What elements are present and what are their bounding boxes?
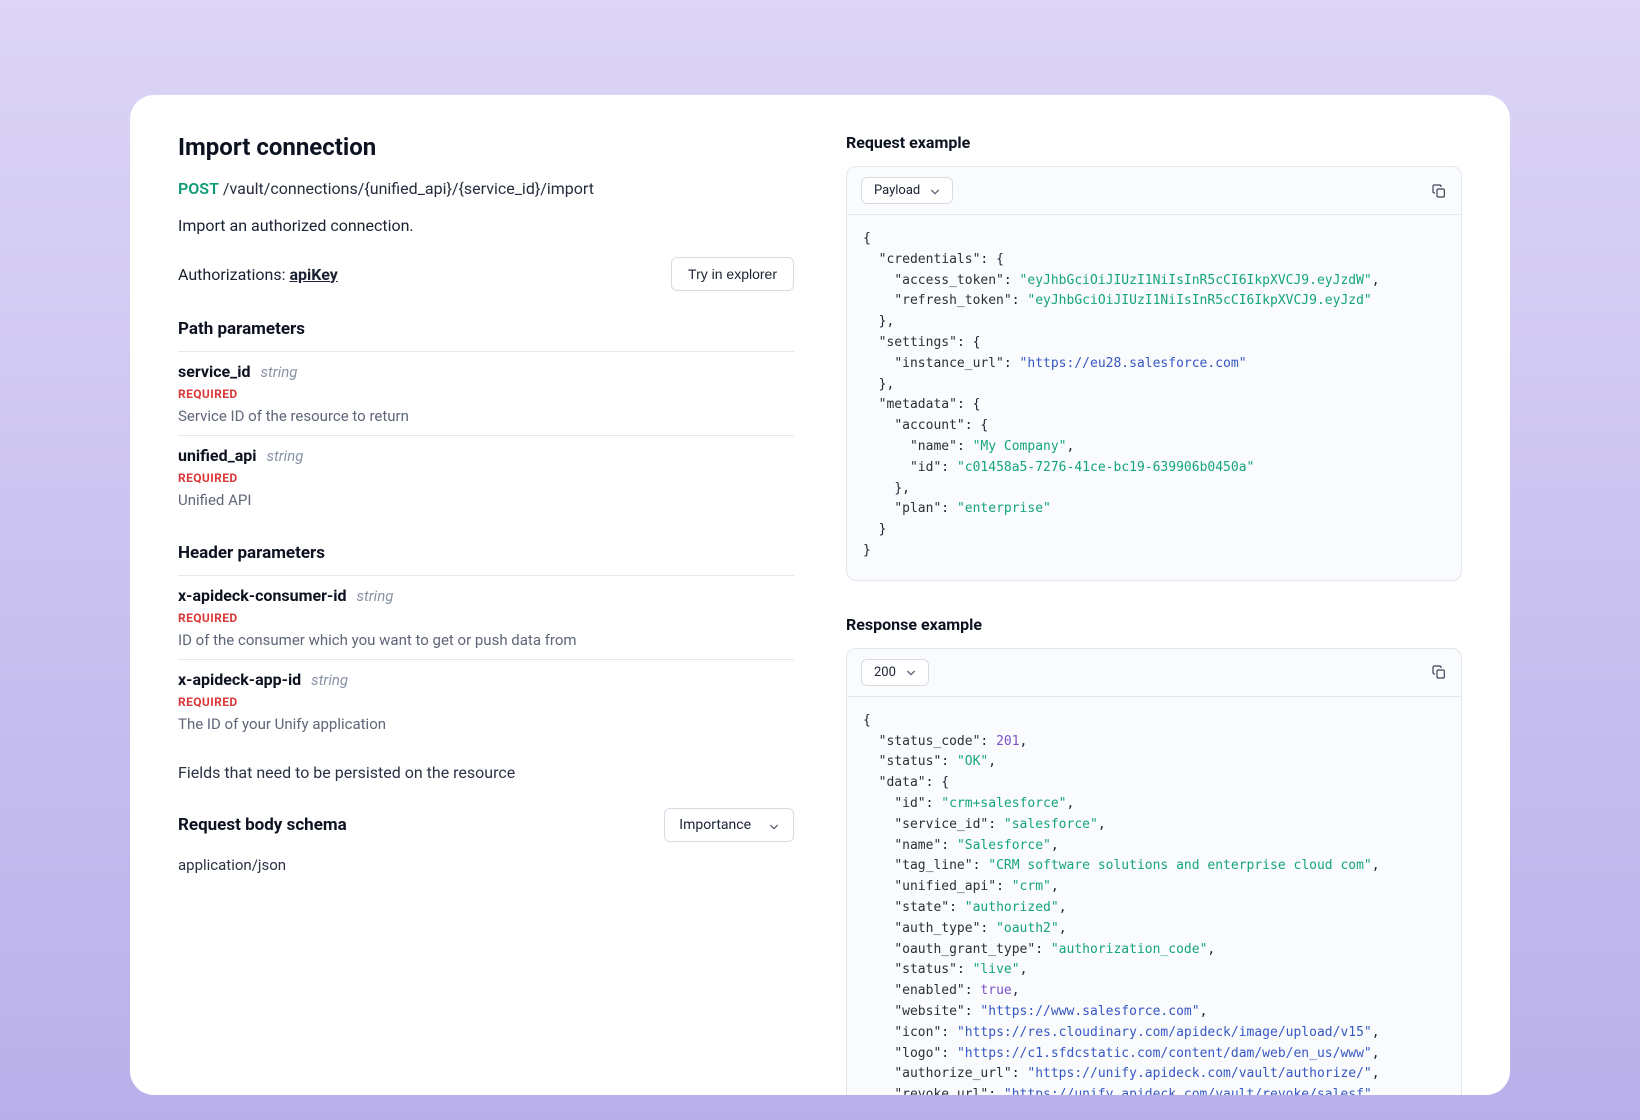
request-example-title: Request example [846, 133, 1462, 152]
divider [178, 659, 794, 660]
code-toolbar: Payload [847, 167, 1461, 215]
request-example-panel: Payload { "credentials": { "access_token… [846, 166, 1462, 581]
auth-label: Authorizations: [178, 265, 286, 284]
param-desc: ID of the consumer which you want to get… [178, 631, 794, 649]
param-name: x-apideck-app-id [178, 670, 301, 689]
payload-tab[interactable]: Payload [861, 177, 953, 204]
param-app-id: x-apideck-app-id string REQUIRED The ID … [178, 670, 794, 733]
divider [178, 351, 794, 352]
param-consumer-id: x-apideck-consumer-id string REQUIRED ID… [178, 586, 794, 649]
param-desc: Service ID of the resource to return [178, 407, 794, 425]
request-body-header-row: Request body schema Importance [178, 808, 794, 842]
try-in-explorer-button[interactable]: Try in explorer [671, 257, 794, 291]
copy-icon[interactable] [1431, 183, 1447, 199]
param-type: string [266, 447, 303, 465]
code-toolbar: 200 [847, 649, 1461, 697]
param-required: REQUIRED [178, 695, 794, 709]
doc-left-column: Import connection POST /vault/connection… [178, 133, 794, 1057]
request-code-block[interactable]: { "credentials": { "access_token": "eyJh… [847, 215, 1461, 580]
copy-icon[interactable] [1431, 664, 1447, 680]
header-params-heading: Header parameters [178, 543, 794, 563]
param-required: REQUIRED [178, 611, 794, 625]
param-type: string [311, 671, 348, 689]
importance-label: Importance [679, 817, 751, 833]
endpoint: POST /vault/connections/{unified_api}/{s… [178, 179, 794, 198]
param-unified-api: unified_api string REQUIRED Unified API [178, 446, 794, 509]
chevron-down-icon [906, 667, 916, 677]
divider [178, 575, 794, 576]
auth-value[interactable]: apiKey [289, 265, 337, 284]
response-example-panel: 200 { "status_code": 201, "status": "OK"… [846, 648, 1462, 1095]
auth-row: Authorizations: apiKey Try in explorer [178, 257, 794, 291]
param-name: unified_api [178, 446, 256, 465]
endpoint-description: Import an authorized connection. [178, 216, 794, 235]
chevron-down-icon [930, 186, 940, 196]
doc-card: Import connection POST /vault/connection… [130, 95, 1510, 1095]
param-service-id: service_id string REQUIRED Service ID of… [178, 362, 794, 425]
divider [178, 435, 794, 436]
param-type: string [356, 587, 393, 605]
param-desc: Unified API [178, 491, 794, 509]
param-type: string [261, 363, 298, 381]
importance-select[interactable]: Importance [664, 808, 794, 842]
path-params-heading: Path parameters [178, 319, 794, 339]
param-name: service_id [178, 362, 251, 381]
chevron-down-icon [769, 820, 779, 830]
doc-right-column: Request example Payload { "credentials":… [846, 133, 1462, 1057]
status-tab[interactable]: 200 [861, 659, 929, 686]
response-example-title: Response example [846, 615, 1462, 634]
status-tab-label: 200 [874, 665, 896, 680]
param-required: REQUIRED [178, 387, 794, 401]
endpoint-path: /vault/connections/{unified_api}/{servic… [223, 179, 594, 198]
param-desc: The ID of your Unify application [178, 715, 794, 733]
request-body-heading: Request body schema [178, 815, 347, 835]
http-method: POST [178, 179, 219, 198]
payload-tab-label: Payload [874, 183, 920, 198]
param-required: REQUIRED [178, 471, 794, 485]
content-type: application/json [178, 856, 794, 874]
page-title: Import connection [178, 133, 794, 161]
field-note: Fields that need to be persisted on the … [178, 763, 794, 782]
param-name: x-apideck-consumer-id [178, 586, 347, 605]
response-code-block[interactable]: { "status_code": 201, "status": "OK", "d… [847, 697, 1461, 1095]
